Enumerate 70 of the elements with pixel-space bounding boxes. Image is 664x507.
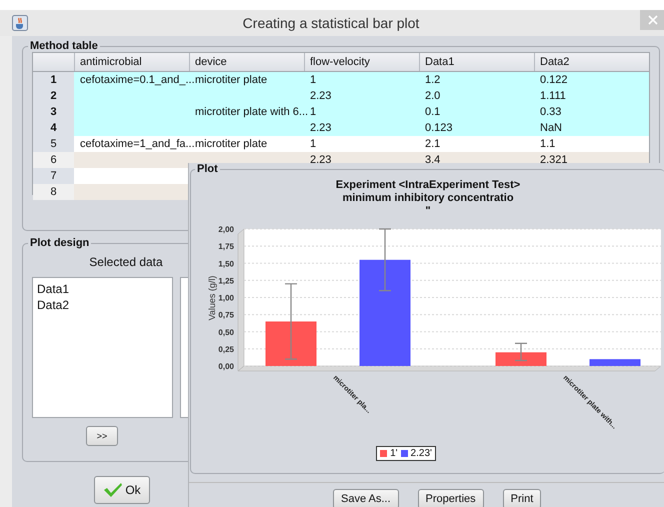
list-item[interactable]: Data2 xyxy=(37,297,168,313)
table-cell: microtiter plate xyxy=(195,138,268,150)
column-header[interactable]: flow-velocity xyxy=(304,53,419,71)
table-cell: 1 xyxy=(310,106,316,118)
table-cell: 0.1 xyxy=(425,106,440,118)
table-cell: 1.111 xyxy=(540,90,566,102)
legend-label: 1' xyxy=(390,448,398,459)
row-number: 2 xyxy=(33,88,74,104)
error-bar xyxy=(514,342,528,362)
close-icon[interactable] xyxy=(640,10,664,30)
table-row[interactable]: 5 cefotaxime=1_and_fa...microtiter plate 1 2.1 1.1 xyxy=(33,136,649,152)
row-number: 3 xyxy=(33,104,74,120)
y-tick-label: 1,50 xyxy=(218,259,234,268)
list-item[interactable]: Data1 xyxy=(37,281,168,297)
panel-title: Method table xyxy=(29,40,99,52)
table-cell: microtiter plate with 6... xyxy=(195,106,308,118)
row-number: 5 xyxy=(33,136,74,152)
list-heading: Selected data xyxy=(88,255,164,269)
table-cell: 2.1 xyxy=(425,138,440,150)
table-cell: microtiter plate xyxy=(195,74,268,86)
table-cell: cefotaxime=1_and_fa... xyxy=(80,138,195,150)
table-cell: 0.33 xyxy=(540,106,562,118)
y-axis-title: Values (g/l) xyxy=(207,276,217,320)
table-cell: 2.23 xyxy=(310,90,332,102)
y-tick-label: 1,00 xyxy=(218,294,234,302)
column-header[interactable]: Data1 xyxy=(419,53,534,71)
column-header[interactable]: antimicrobial xyxy=(74,53,189,71)
chart-title: Experiment <IntraExperiment Test> minimum inhibitory concentratio " xyxy=(334,179,522,218)
table-cell: 0.123 xyxy=(425,122,453,134)
y-tick-label: 2,00 xyxy=(218,225,234,234)
table-cell: 1.1 xyxy=(540,138,556,150)
table-row[interactable]: 2 2.23 2.0 1.111 xyxy=(33,88,649,104)
move-button[interactable]: >> xyxy=(86,426,118,446)
table-row[interactable]: 1 cefotaxime=0.1_and_...microtiter plate 1 1.2 0.122 xyxy=(33,72,649,88)
table-cell: 1 xyxy=(310,138,316,150)
table-cell: 2.0 xyxy=(425,90,440,102)
table-cell: NaN xyxy=(540,122,562,134)
table-cell: 1.2 xyxy=(425,74,440,86)
panel-title: Plot design xyxy=(29,237,90,249)
y-tick-label: 0,75 xyxy=(218,310,234,320)
y-tick-label: 0,25 xyxy=(218,344,234,354)
row-number: 1 xyxy=(33,72,74,88)
plot-button[interactable]: Save As... xyxy=(333,489,399,507)
row-number: 8 xyxy=(33,184,74,200)
row-number: 4 xyxy=(33,120,74,136)
table-cell: 3.4 xyxy=(425,154,440,166)
window-title: Creating a statistical bar plot xyxy=(242,15,420,31)
row-number: 7 xyxy=(33,168,74,184)
table-cell: 2.23 xyxy=(310,122,332,134)
column-header[interactable]: Data2 xyxy=(534,53,649,71)
legend-label: 2.23' xyxy=(410,448,432,459)
y-tick-label: 1,75 xyxy=(218,242,234,252)
y-tick-label: 0,00 xyxy=(218,362,234,371)
table-row[interactable]: 4 2.23 0.123 NaN xyxy=(33,120,649,136)
table-cell: 1 xyxy=(310,74,316,86)
java-cup-icon xyxy=(12,15,28,31)
plot-button[interactable]: Print xyxy=(502,489,542,507)
y-tick-label: 1,25 xyxy=(218,276,234,286)
table-row[interactable]: 3 microtiter plate with 6... 1 0.1 0.33 xyxy=(33,104,649,120)
checkmark-icon xyxy=(103,482,124,498)
column-header[interactable]: device xyxy=(189,53,304,71)
table-cell: 2.321 xyxy=(540,154,568,166)
y-tick-label: 0,50 xyxy=(218,328,234,337)
table-cell: cefotaxime=0.1_and_... xyxy=(80,74,195,86)
plot-button[interactable]: Properties xyxy=(418,489,484,507)
error-bar xyxy=(378,228,392,292)
table-cell: 2.23 xyxy=(310,154,332,166)
row-number: 6 xyxy=(33,152,74,168)
ok-button[interactable]: Ok xyxy=(94,476,150,504)
table-cell: 0.122 xyxy=(540,74,568,86)
